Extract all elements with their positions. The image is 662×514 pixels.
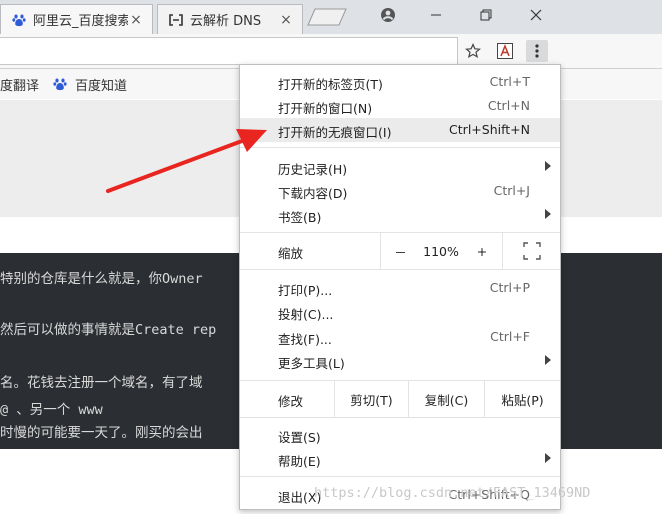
zoom-out-button[interactable]: － [380,233,420,269]
submenu-arrow-icon [545,355,551,365]
aliyun-logo-icon [168,12,184,28]
menu-separator [240,147,560,148]
menu-item-label: 帮助(E) [278,454,321,469]
zoom-minus-glyph: － [394,244,407,260]
tab-close-icon[interactable]: × [128,12,144,28]
menu-item-new-window[interactable]: 打开新的窗口(N) Ctrl+N [240,94,560,118]
zoom-level: 110% [420,233,462,269]
tab-close-icon[interactable]: × [278,12,294,28]
menu-item-bookmarks[interactable]: 书签(B) [240,203,560,227]
tab-dns[interactable]: 云解析 DNS × [157,4,303,34]
menu-item-label: 打开新的标签页(T) [278,77,383,92]
paste-button[interactable]: 粘贴(P) [484,381,560,417]
menu-item-new-tab[interactable]: 打开新的标签页(T) Ctrl+T [240,70,560,94]
fullscreen-icon [522,242,541,260]
menu-item-more-tools[interactable]: 更多工具(L) [240,349,560,373]
bookmark-translate[interactable]: 度翻译 [0,75,39,94]
menu-item-label: 设置(S) [278,430,321,445]
tab-title: 阿里云_百度搜索 [33,14,128,29]
close-window-icon[interactable] [512,0,560,30]
menu-item-shortcut: Ctrl+P [489,280,530,295]
code-line: @ 、另一个 www [0,402,103,418]
cut-label: 剪切(T) [350,392,393,408]
zoom-label: 缩放 [278,246,304,261]
menu-item-shortcut: Ctrl+Shift+N [449,122,530,137]
bookmark-label: 百度知道 [75,78,128,94]
minimize-icon[interactable] [412,0,460,30]
submenu-arrow-icon [545,209,551,219]
menu-item-shortcut: Ctrl+F [490,329,530,344]
baidu-paw-icon [53,78,67,91]
copy-button[interactable]: 复制(C) [408,381,484,417]
cut-button[interactable]: 剪切(T) [334,381,408,417]
menu-item-label: 历史记录(H) [278,162,348,177]
fullscreen-button[interactable] [502,233,560,269]
code-line: 特别的仓库是什么就是，你Owner [0,271,203,287]
menu-item-label: 查找(F)... [278,332,332,347]
menu-item-new-incognito[interactable]: 打开新的无痕窗口(I) Ctrl+Shift+N [240,118,560,142]
zoom-value: 110% [423,243,459,259]
zoom-plus-glyph: + [476,243,488,259]
menu-separator [240,269,560,270]
menu-item-downloads[interactable]: 下载内容(D) Ctrl+J [240,179,560,203]
menu-item-label: 更多工具(L) [278,356,345,371]
bookmark-zhidao[interactable]: 百度知道 [53,75,127,94]
menu-item-settings[interactable]: 设置(S) [240,423,560,447]
extension-a-icon[interactable] [494,40,516,62]
menu-item-label: 打开新的无痕窗口(I) [278,125,392,140]
menu-item-help[interactable]: 帮助(E) [240,447,560,471]
baidu-paw-icon [11,12,27,28]
menu-item-label: 打印(P)... [278,283,333,298]
chrome-main-menu: 打开新的标签页(T) Ctrl+T 打开新的窗口(N) Ctrl+N 打开新的无… [239,64,561,510]
code-line: 时慢的可能要一天了。刚买的会出 [0,425,203,441]
submenu-arrow-icon [545,453,551,463]
tab-strip: 阿里云_百度搜索 × 云解析 DNS × [0,0,662,34]
bookmark-label: 度翻译 [0,78,40,94]
profile-icon[interactable] [364,0,412,30]
bookmark-star-icon[interactable] [462,40,484,62]
paste-label: 粘贴(P) [501,392,544,408]
tab-baidu-search[interactable]: 阿里云_百度搜索 × [0,4,153,34]
zoom-row: 缩放 － 110% + [240,233,560,269]
menu-item-history[interactable]: 历史记录(H) [240,155,560,179]
restore-icon[interactable] [462,0,510,30]
menu-item-label: 打开新的窗口(N) [278,101,373,116]
menu-item-find[interactable]: 查找(F)... Ctrl+F [240,325,560,349]
menu-item-label: 下载内容(D) [278,186,348,201]
menu-item-print[interactable]: 打印(P)... Ctrl+P [240,276,560,300]
edit-row: 修改 剪切(T) 复制(C) 粘贴(P) [240,381,560,417]
menu-item-shortcut: Ctrl+T [489,74,530,89]
menu-separator [240,417,560,418]
menu-item-shortcut: Ctrl+N [487,98,530,113]
address-bar[interactable] [0,37,458,65]
zoom-in-button[interactable]: + [462,233,502,269]
watermark: https://blog.csdn.net/FAST_13469ND [314,485,591,501]
tab-title: 云解析 DNS [190,14,262,29]
menu-separator [240,476,560,477]
more-menu-button[interactable] [526,40,548,62]
code-line: 名。花钱去注册一个域名，有了域 [0,375,203,391]
code-line: 然后可以做的事情就是Create rep [0,322,217,338]
menu-item-label: 书签(B) [278,210,322,225]
edit-label: 修改 [278,394,304,409]
submenu-arrow-icon [545,161,551,171]
menu-item-label: 投射(C)... [278,307,334,322]
menu-item-cast[interactable]: 投射(C)... [240,300,560,324]
new-tab-button[interactable] [307,8,347,26]
menu-item-shortcut: Ctrl+J [493,183,530,198]
copy-label: 复制(C) [424,392,469,408]
